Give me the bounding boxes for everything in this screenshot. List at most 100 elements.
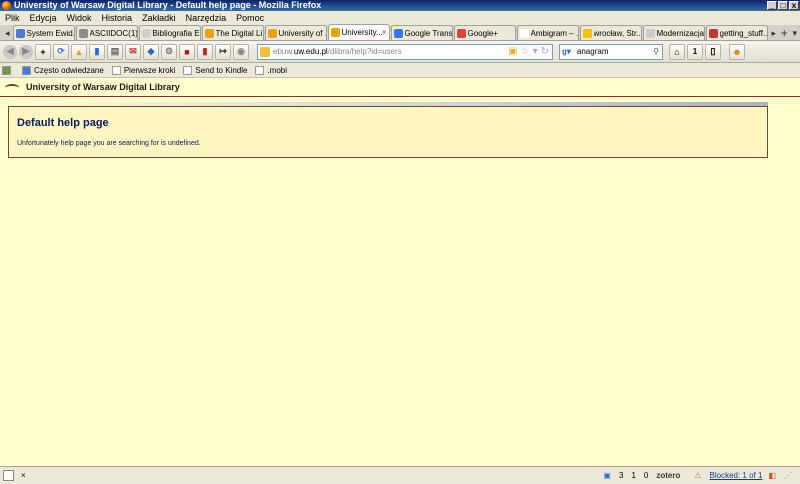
resize-grip-icon[interactable]: ⋰ [784,471,792,480]
tab-label: Google+ [467,28,498,38]
bookmark-icon-group[interactable] [2,65,14,75]
clipboard-icon[interactable]: ▤ [107,43,123,60]
zotero-button[interactable]: zotero [656,471,680,480]
extension-status-icon[interactable]: ▣ [603,471,611,480]
back-icon[interactable]: ◀ [3,44,17,59]
tab-0[interactable]: System Ewid... [12,25,75,40]
bookmark-star-icon[interactable]: ☆ [521,46,530,57]
menu-view[interactable]: Widok [62,13,97,23]
tab-label: System Ewid... [26,28,74,38]
profile-icon[interactable]: ☻ [729,43,745,60]
tab-label: wrocław, Str... [593,28,641,38]
mail-icon[interactable]: ✉ [125,43,141,60]
tab-label: getting_stuff... [719,28,767,38]
sidebar-icon[interactable]: ▯ [705,43,721,60]
menu-tools[interactable]: Narzędzia [181,13,232,23]
close-addon-bar[interactable]: × [21,471,26,480]
reload-icon[interactable]: ↻ [541,46,549,57]
book-logo-icon [5,83,19,91]
tab-scroll-left-icon[interactable]: ◂ [2,26,13,40]
blocked-popups-link[interactable]: Blocked: 1 of 1 [710,471,763,480]
tab-11[interactable]: getting_stuff... [705,25,768,40]
tab-7[interactable]: Google+ [453,25,516,40]
bookmark-first-steps[interactable]: Pierwsze kroki [111,65,175,75]
settings-icon[interactable]: ⚙ [161,43,177,60]
menu-history[interactable]: Historia [97,13,138,23]
feed-icon[interactable]: ▣ [508,46,517,57]
new-tab-icon[interactable]: + [779,26,790,40]
url-bar[interactable]: ebuw.uw.edu.pl/dlibra/help?id=users ▣ ☆ … [257,43,553,60]
pocket-icon[interactable]: ▮ [197,43,213,60]
bookmark-frequent[interactable]: Często odwiedzane [22,65,104,75]
tab-favicon-icon [393,28,403,38]
help-message: Unfortunately help page you are searchin… [17,140,201,147]
tab-favicon-icon [15,28,25,38]
page-content: University of Warsaw Digital Library Def… [0,78,800,466]
search-input[interactable]: anagram [577,47,653,56]
help-box: Default help page Unfortunately help pag… [8,106,768,158]
tab-list-icon[interactable]: ▾ [790,26,800,40]
google-icon[interactable]: g▾ [562,47,571,56]
tab-bar: ◂ System Ewid... ASCIIDOC(1) Bibliografia … [0,24,800,41]
search-box[interactable]: g▾ anagram ⚲ [559,43,663,60]
share-icon[interactable]: ◆ [143,43,159,60]
tab-scroll-right-icon[interactable]: ▸ [769,26,780,40]
bookmark-mobi[interactable]: .mobi [255,65,287,75]
dropdown-arrow-icon[interactable]: ▾ [533,46,538,57]
extension-icon[interactable]: ◉ [233,43,249,60]
sync-icon[interactable]: ⟳ [53,43,69,60]
add-bookmark-icon[interactable]: + [35,43,51,60]
pin-icon[interactable]: ▲ [71,43,87,60]
security-icon[interactable]: ◧ [768,471,776,480]
menu-bookmarks[interactable]: Zakładki [137,13,181,23]
library-name[interactable]: University of Warsaw Digital Library [26,82,180,92]
menu-file[interactable]: Plik [0,13,25,23]
close-tab-icon[interactable]: × [382,28,387,37]
tab-favicon-icon [519,28,529,38]
site-favicon-icon [260,46,270,57]
count-a: 3 [618,471,624,480]
bookmark-send-to-kindle[interactable]: Send to Kindle [183,65,247,75]
maximize-button[interactable]: □ [778,1,788,10]
book-icon[interactable]: ▮ [89,43,105,60]
home-icon[interactable]: ⌂ [669,43,685,60]
tab-favicon-icon [78,28,88,38]
popup-blocked-icon[interactable]: ⚠ [694,471,701,480]
search-icon[interactable]: ⚲ [653,47,659,56]
tab-label: University... [341,28,382,37]
tab-9[interactable]: wrocław, Str... [579,25,642,40]
counter-icon[interactable]: 1 [687,43,703,60]
tab-label: Modernizacja... [656,28,704,38]
page-icon [255,65,265,75]
tab-favicon-icon [204,28,214,38]
menu-bar: Plik Edycja Widok Historia Zakładki Narz… [0,11,800,25]
page-icon [183,65,193,75]
tab-favicon-icon [456,28,466,38]
tab-favicon-icon [582,28,592,38]
status-bar: × ▣ 3 1 0 zotero ⚠ Blocked: 1 of 1 ◧ ⋰ [0,466,800,484]
firefox-icon [2,1,11,10]
count-b: 1 [631,471,636,480]
menu-help[interactable]: Pomoc [231,13,269,23]
forward-icon[interactable]: ▶ [19,44,33,59]
minimize-button[interactable]: _ [767,1,777,10]
tab-8[interactable]: Ambigram – ... [516,25,579,40]
tab-10[interactable]: Modernizacja... [642,25,705,40]
menu-edit[interactable]: Edycja [25,13,62,23]
tab-3[interactable]: The Digital Li... [201,25,264,40]
title-bar: University of Warsaw Digital Library - D… [0,0,800,11]
tab-4[interactable]: University of ... [264,25,327,40]
reader-icon[interactable]: ■ [179,43,195,60]
bookmarks-toolbar-icon [2,65,11,75]
tab-favicon-icon [645,28,655,38]
tab-5[interactable]: University... × [327,24,390,40]
tab-1[interactable]: ASCIIDOC(1) [75,25,138,40]
addon-bar-icon[interactable] [3,470,14,481]
tab-label: Google Trans... [404,28,452,38]
tab-favicon-icon [708,28,718,38]
exit-icon[interactable]: ↦ [215,43,231,60]
tab-6[interactable]: Google Trans... [390,25,453,40]
tab-2[interactable]: Bibliografia E... [138,25,201,40]
close-window-button[interactable]: x [789,1,799,10]
url-text[interactable]: ebuw.uw.edu.pl/dlibra/help?id=users [273,47,508,56]
